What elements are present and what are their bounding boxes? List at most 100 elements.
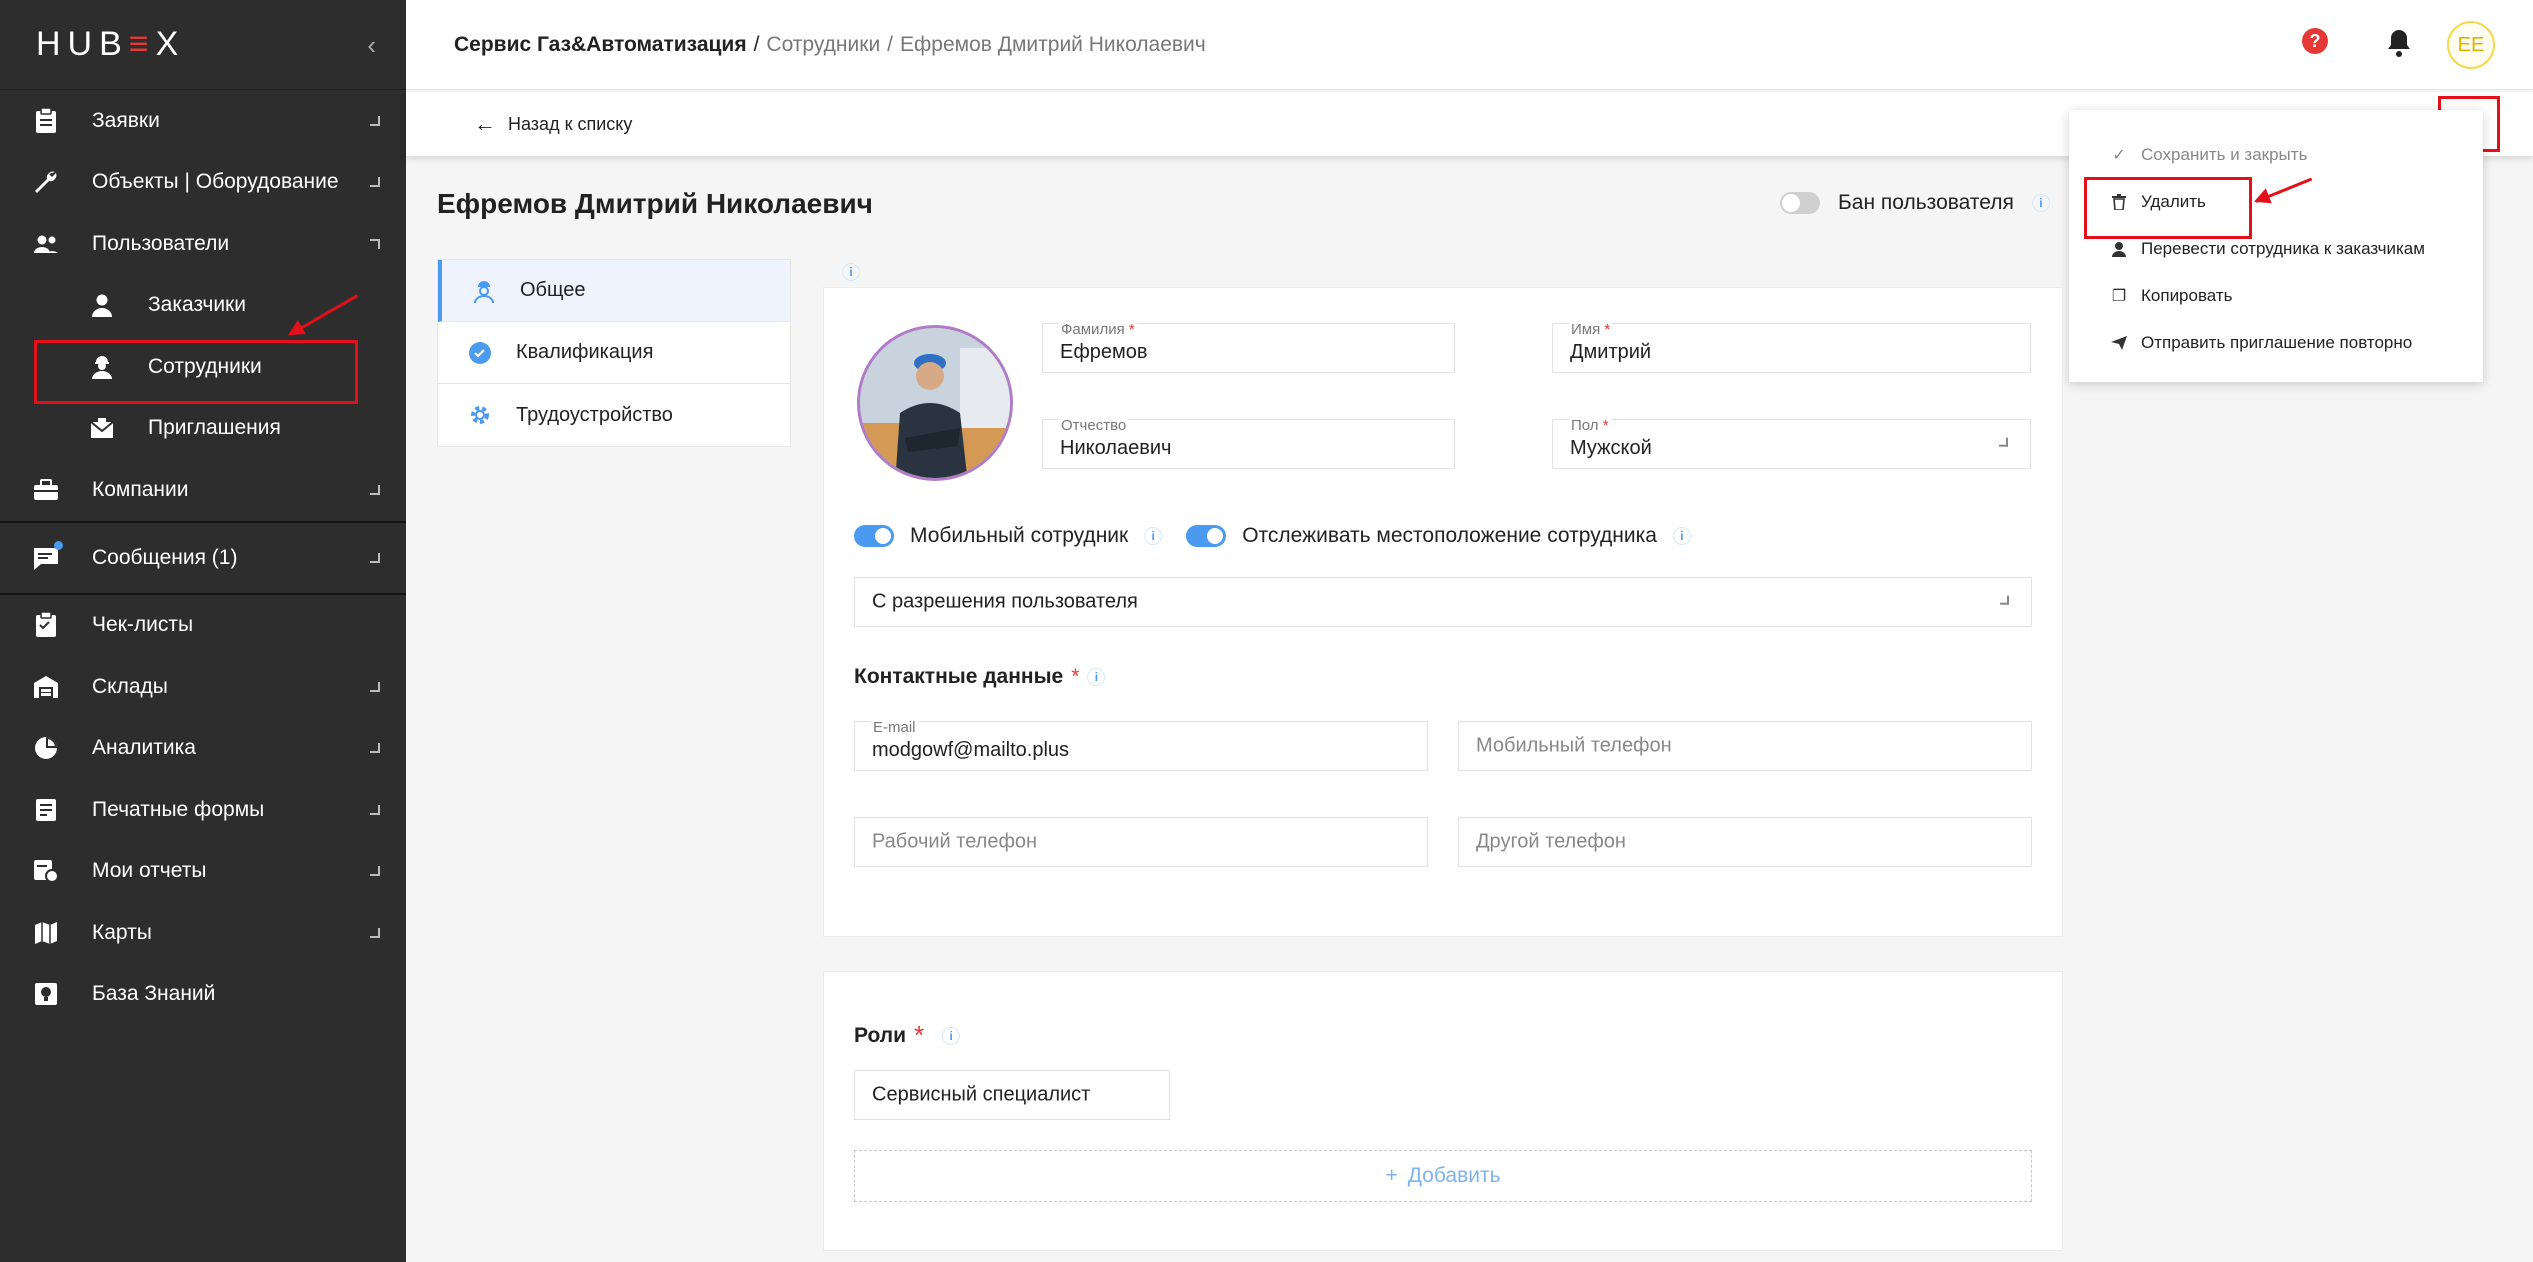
sidebar-item-customers[interactable]: Заказчики (0, 275, 406, 337)
customer-icon (88, 291, 116, 319)
sidebar-item-checklists[interactable]: Чек-листы (0, 595, 406, 657)
sidebar-item-analytics[interactable]: Аналитика (0, 718, 406, 780)
sidebar-item-employees[interactable]: Сотрудники (0, 336, 406, 404)
ban-user-toggle[interactable]: Бан пользователя i (1780, 191, 2050, 215)
tab-label: Квалификация (516, 341, 654, 363)
sidebar-item-my-reports[interactable]: Мои отчеты (0, 841, 406, 903)
sidebar-item-objects[interactable]: Объекты | Оборудование (0, 152, 406, 214)
sidebar-item-label: Аналитика (92, 736, 196, 760)
save-and-close-item[interactable]: ✓ Сохранить и закрыть (2069, 131, 2483, 178)
mobile-employee-toggle[interactable] (854, 525, 894, 547)
sidebar-item-label: Приглашения (148, 416, 281, 440)
user-avatar[interactable]: ЕЕ (2447, 21, 2495, 69)
toggles-row: Мобильный сотрудник i Отслеживать местоп… (854, 524, 1691, 548)
chevron-left-icon[interactable]: ‹ (367, 30, 376, 61)
warehouse-icon (32, 673, 60, 701)
chevron-down-icon (370, 927, 380, 938)
info-icon[interactable]: i (1087, 668, 1106, 686)
sidebar-item-users[interactable]: Пользователи (0, 213, 406, 275)
tab-general[interactable]: Общее (438, 260, 790, 322)
bell-icon[interactable] (2385, 28, 2413, 58)
add-label: Добавить (1407, 1164, 1501, 1187)
users-icon (32, 230, 60, 258)
help-icon[interactable]: ? (2302, 28, 2328, 54)
clipboard-icon (32, 107, 60, 135)
user-transfer-icon (2110, 240, 2128, 258)
field-label: Имя * (1569, 321, 1613, 338)
sidebar-item-requests[interactable]: Заявки (0, 90, 406, 152)
employee-tabs: Общее Квалификация Трудоустройство (437, 259, 791, 447)
work-phone-field[interactable]: Рабочий телефон (854, 817, 1428, 867)
first-name-value: Дмитрий (1570, 341, 1652, 363)
sidebar-item-messages[interactable]: Сообщения (1) (0, 523, 406, 593)
sidebar-item-invitations[interactable]: Приглашения (0, 398, 406, 460)
sidebar-item-label: Карты (92, 920, 152, 944)
role-chip[interactable]: Сервисный специалист (854, 1070, 1170, 1120)
move-to-customers-item[interactable]: Перевести сотрудника к заказчикам (2069, 225, 2483, 272)
other-phone-field[interactable]: Другой телефон (1458, 817, 2032, 867)
back-to-list-button[interactable]: ← Назад к списку (474, 111, 632, 137)
breadcrumb-employees[interactable]: Сотрудники (766, 33, 880, 56)
general-info-card: Фамилия * Ефремов Имя * Дмитрий Отчество… (823, 287, 2063, 937)
gender-value: Мужской (1570, 437, 1652, 459)
location-mode-select[interactable]: С разрешения пользователя (854, 577, 2032, 627)
menu-item-label: Удалить (2141, 191, 2206, 211)
sidebar-item-knowledge-base[interactable]: База Знаний (0, 964, 406, 1026)
track-location-toggle[interactable] (1186, 525, 1227, 547)
info-icon[interactable]: i (1144, 527, 1163, 545)
location-mode-value: С разрешения пользователя (872, 590, 1138, 613)
chevron-up-icon (370, 238, 380, 249)
info-icon[interactable]: i (842, 263, 860, 281)
mobile-phone-field[interactable]: Мобильный телефон (1458, 721, 2032, 771)
sidebar-item-companies[interactable]: Компании (0, 459, 406, 521)
add-role-button[interactable]: + Добавить (854, 1150, 2032, 1202)
message-icon (32, 540, 63, 572)
chevron-down-icon (2000, 595, 2009, 605)
gender-select[interactable]: Пол * Мужской (1552, 417, 2031, 469)
chevron-down-icon (370, 115, 380, 126)
sidebar-item-label: Пользователи (92, 231, 230, 255)
breadcrumb-company[interactable]: Сервис Газ&Автоматизация (454, 33, 747, 56)
sidebar-item-label: Мои отчеты (92, 859, 207, 883)
field-label: Отчество (1059, 417, 1129, 434)
contacts-section-title: Контактные данные * i (854, 665, 1106, 689)
menu-item-label: Отправить приглашение повторно (2141, 332, 2413, 352)
gear-icon (468, 403, 492, 427)
employee-photo[interactable] (857, 325, 1013, 481)
tab-label: Трудоустройство (516, 403, 673, 426)
menu-item-label: Перевести сотрудника к заказчикам (2141, 238, 2425, 258)
knowledge-icon (32, 980, 60, 1008)
ban-toggle-switch[interactable] (1780, 192, 1820, 214)
hubex-logo[interactable]: HUB≡X (36, 25, 185, 64)
sidebar-item-label: Заказчики (148, 293, 246, 317)
check-circle-icon (468, 341, 492, 365)
resend-invitation-item[interactable]: Отправить приглашение повторно (2069, 319, 2483, 366)
trash-icon (2110, 193, 2128, 211)
first-name-field[interactable]: Имя * Дмитрий (1552, 321, 2031, 373)
chevron-down-icon (370, 804, 380, 815)
tab-qualification[interactable]: Квалификация (438, 322, 790, 384)
info-icon[interactable]: i (1672, 527, 1691, 545)
track-location-label: Отслеживать местоположение сотрудника (1242, 524, 1657, 547)
sidebar-item-warehouses[interactable]: Склады (0, 656, 406, 718)
chevron-down-icon (370, 552, 380, 563)
sidebar: HUB≡X ‹ Заявки Объекты | Оборудование По… (0, 0, 406, 1262)
email-field[interactable]: E-mail modgowf@mailto.plus (854, 719, 1428, 771)
sidebar-item-maps[interactable]: Карты (0, 902, 406, 964)
sidebar-item-print-forms[interactable]: Печатные формы (0, 779, 406, 841)
copy-item[interactable]: ❐ Копировать (2069, 272, 2483, 319)
report-icon (32, 857, 60, 885)
delete-item[interactable]: Удалить (2069, 177, 2483, 239)
other-phone-placeholder: Другой телефон (1476, 830, 1626, 853)
copy-icon: ❐ (2111, 287, 2127, 305)
field-label: Фамилия * (1059, 321, 1137, 338)
actions-dropdown: ✓ Сохранить и закрыть Удалить Перевести … (2069, 110, 2483, 382)
patronymic-field[interactable]: Отчество Николаевич (1042, 417, 1455, 469)
wrench-icon (32, 168, 60, 196)
patronymic-value: Николаевич (1060, 437, 1172, 459)
tab-employment[interactable]: Трудоустройство (438, 384, 790, 446)
info-icon[interactable]: i (942, 1026, 961, 1045)
info-icon[interactable]: i (2031, 194, 2050, 212)
back-label: Назад к списку (508, 113, 633, 134)
last-name-field[interactable]: Фамилия * Ефремов (1042, 321, 1455, 373)
